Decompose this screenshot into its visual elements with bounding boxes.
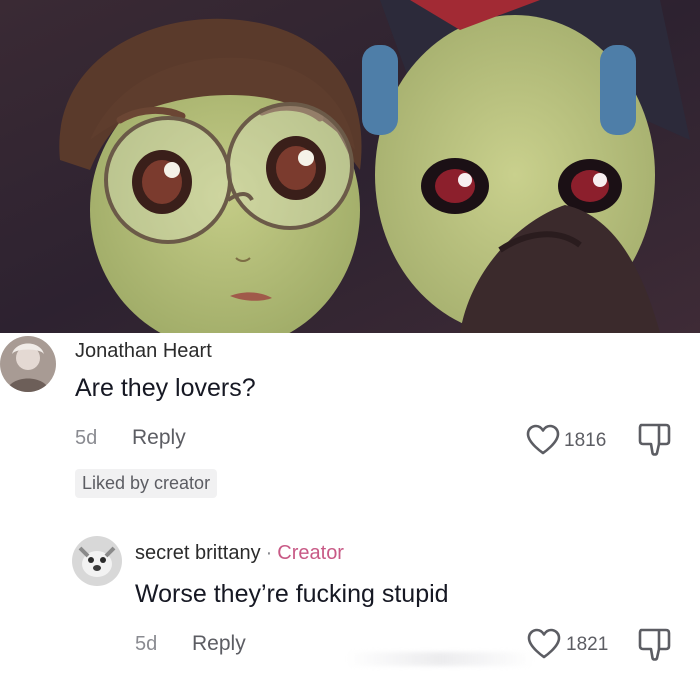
- comment-username-line: secret brittany · Creator: [135, 542, 344, 565]
- reply-button[interactable]: Reply: [132, 426, 186, 450]
- dislike-icon[interactable]: [635, 625, 673, 663]
- liked-by-creator-badge: Liked by creator: [75, 469, 218, 498]
- like-count: 1816: [564, 430, 607, 451]
- heart-icon[interactable]: [526, 627, 562, 659]
- dislike-icon[interactable]: [635, 420, 673, 458]
- comment-username[interactable]: Jonathan Heart: [75, 340, 212, 363]
- comment-age: 5d: [135, 633, 158, 655]
- blurred-watermark: [345, 652, 535, 666]
- user-avatar-icon[interactable]: [0, 336, 56, 392]
- like-count: 1821: [566, 634, 609, 655]
- comment-username[interactable]: secret brittany: [135, 542, 261, 564]
- comment-text: Are they lovers?: [75, 374, 256, 402]
- separator-dot: ·: [265, 542, 273, 564]
- heart-icon[interactable]: [525, 423, 561, 455]
- header-image: [0, 0, 700, 333]
- comment-text: Worse they’re fucking stupid: [135, 580, 449, 608]
- reply-button[interactable]: Reply: [192, 632, 246, 656]
- comment-age: 5d: [75, 427, 98, 449]
- creator-tag: Creator: [277, 542, 344, 564]
- creator-avatar-icon[interactable]: [72, 536, 122, 586]
